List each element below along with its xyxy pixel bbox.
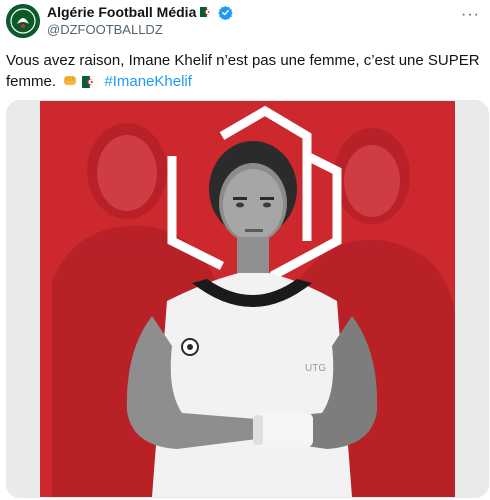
boxer-poster-image: UTG	[7, 101, 488, 497]
tweet-text-line2: femme.	[6, 73, 57, 90]
author-display-name[interactable]: Algérie Football Média	[47, 4, 196, 20]
avatar[interactable]	[6, 4, 40, 38]
author-handle[interactable]: @DZFOOTBALLDZ	[47, 22, 163, 37]
team-crest-icon	[6, 4, 40, 38]
tweet-media-image[interactable]: UTG	[6, 100, 489, 498]
author-name-row: Algérie Football Média	[47, 4, 234, 20]
more-options-icon[interactable]: ···	[461, 6, 480, 24]
algeria-flag-emoji-icon	[82, 73, 99, 94]
tweet-card: Algérie Football Média @DZFOOTBALLDZ ···…	[0, 0, 490, 500]
hashtag-link[interactable]: #ImaneKhelif	[104, 73, 192, 90]
tweet-text-line1: Vous avez raison, Imane Khelif n’est pas…	[6, 52, 480, 69]
algeria-flag-icon	[200, 7, 215, 17]
fist-emoji-icon	[62, 72, 78, 94]
tweet-text: Vous avez raison, Imane Khelif n’est pas…	[6, 50, 484, 94]
verified-badge-icon	[218, 5, 234, 20]
svg-text:UTG: UTG	[305, 363, 326, 374]
